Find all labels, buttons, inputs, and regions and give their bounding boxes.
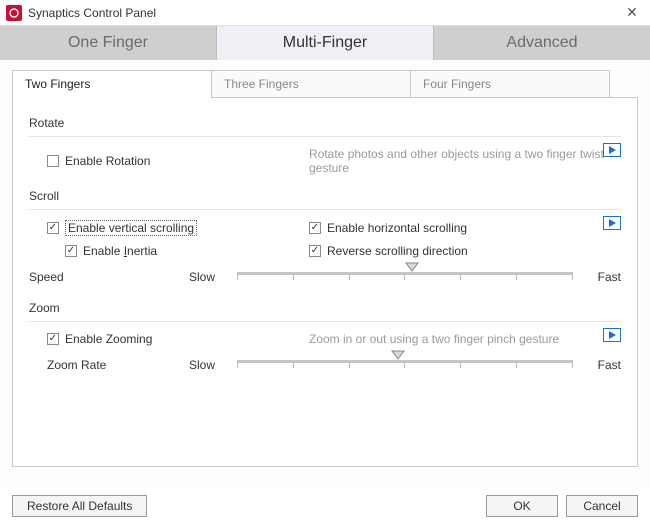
enable-horizontal-scrolling-checkbox[interactable]: Enable horizontal scrolling xyxy=(309,221,467,235)
ok-button[interactable]: OK xyxy=(486,495,558,517)
rotate-description: Rotate photos and other objects using a … xyxy=(309,147,621,175)
speed-label: Speed xyxy=(29,270,189,284)
speed-slider[interactable] xyxy=(237,266,573,287)
checkbox-icon xyxy=(47,155,59,167)
zoom-video-icon[interactable] xyxy=(603,328,621,342)
slider-thumb-icon xyxy=(405,259,419,273)
slider-thumb-icon xyxy=(391,347,405,361)
enable-vertical-scrolling-checkbox[interactable]: Enable vertical scrolling xyxy=(47,220,197,236)
tab-four-fingers[interactable]: Four Fingers xyxy=(410,70,610,98)
window-title: Synaptics Control Panel xyxy=(28,6,620,20)
checkbox-icon xyxy=(47,333,59,345)
tab-multi-finger[interactable]: Multi-Finger xyxy=(217,26,434,60)
footer: Restore All Defaults OK Cancel xyxy=(0,487,650,529)
enable-vertical-scrolling-label: Enable vertical scrolling xyxy=(65,220,197,236)
rotate-video-icon[interactable] xyxy=(603,143,621,157)
speed-fast-label: Fast xyxy=(573,270,621,284)
zoom-description: Zoom in or out using a two finger pinch … xyxy=(309,332,559,346)
zoom-rate-slider[interactable] xyxy=(237,354,573,375)
settings-panel: Rotate Enable Rotation Rotate photos and… xyxy=(12,97,638,467)
app-icon xyxy=(6,5,22,21)
restore-defaults-button[interactable]: Restore All Defaults xyxy=(12,495,147,517)
sub-tab-strip: Two Fingers Three Fingers Four Fingers xyxy=(12,70,638,98)
scroll-video-icon[interactable] xyxy=(603,216,621,230)
enable-zooming-label: Enable Zooming xyxy=(65,332,152,346)
enable-inertia-label: Enable Inertia xyxy=(83,244,157,258)
enable-rotation-checkbox[interactable]: Enable Rotation xyxy=(47,154,150,168)
zoom-rate-label: Zoom Rate xyxy=(29,358,189,372)
speed-slow-label: Slow xyxy=(189,270,237,284)
scroll-heading: Scroll xyxy=(29,189,621,203)
checkbox-icon xyxy=(309,245,321,257)
enable-rotation-label: Enable Rotation xyxy=(65,154,150,168)
close-icon[interactable]: ✕ xyxy=(620,4,644,21)
reverse-scrolling-checkbox[interactable]: Reverse scrolling direction xyxy=(309,244,468,258)
checkbox-icon xyxy=(65,245,77,257)
checkbox-icon xyxy=(47,222,59,234)
enable-inertia-checkbox[interactable]: Enable Inertia xyxy=(65,244,157,258)
main-tab-strip: One Finger Multi-Finger Advanced xyxy=(0,26,650,60)
tab-one-finger[interactable]: One Finger xyxy=(0,26,217,60)
enable-zooming-checkbox[interactable]: Enable Zooming xyxy=(47,332,152,346)
enable-horizontal-scrolling-label: Enable horizontal scrolling xyxy=(327,221,467,235)
checkbox-icon xyxy=(309,222,321,234)
tab-advanced[interactable]: Advanced xyxy=(434,26,650,60)
zoom-heading: Zoom xyxy=(29,301,621,315)
tab-two-fingers[interactable]: Two Fingers xyxy=(12,70,212,98)
cancel-button[interactable]: Cancel xyxy=(566,495,638,517)
tab-three-fingers[interactable]: Three Fingers xyxy=(211,70,411,98)
zoom-fast-label: Fast xyxy=(573,358,621,372)
title-bar: Synaptics Control Panel ✕ xyxy=(0,0,650,26)
reverse-scrolling-label: Reverse scrolling direction xyxy=(327,244,468,258)
rotate-heading: Rotate xyxy=(29,116,621,130)
zoom-slow-label: Slow xyxy=(189,358,237,372)
